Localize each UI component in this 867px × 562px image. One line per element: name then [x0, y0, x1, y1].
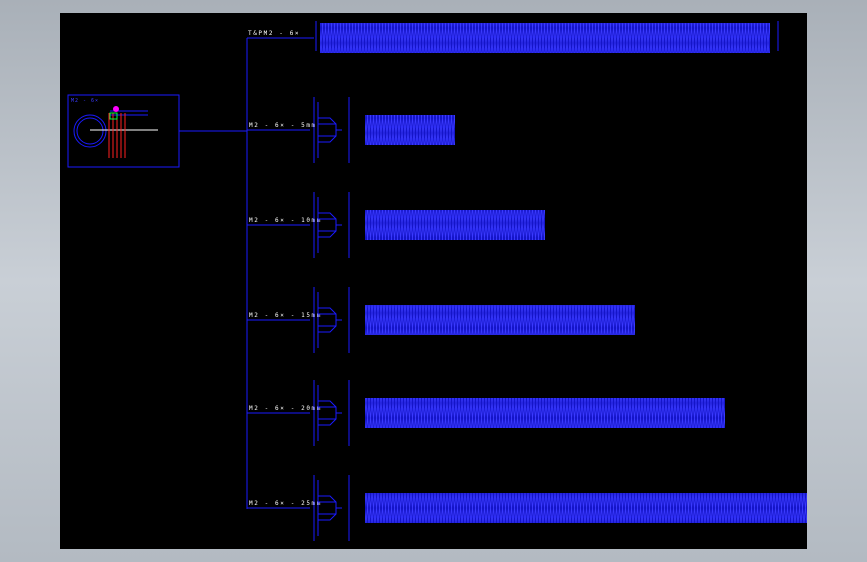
rod-row-25mm[interactable]: M2 - 6× - 25mm — [247, 475, 807, 541]
rod-label: M2 - 6× - 10mm — [249, 217, 322, 224]
cad-viewport[interactable]: M2 - 6× T&PM2 - 6× M2 - 6× - 5mm M2 - 6×… — [60, 13, 807, 549]
rod-end-view — [313, 192, 350, 258]
assembly-view[interactable]: M2 - 6× — [67, 94, 247, 168]
master-thread-body — [320, 23, 770, 53]
rod-end-view — [313, 475, 350, 541]
rod-label: M2 - 6× - 20mm — [249, 405, 322, 412]
rod-thread-body — [365, 305, 635, 335]
rod-row-10mm[interactable]: M2 - 6× - 10mm — [247, 192, 545, 258]
rod-label: M2 - 6× - 25mm — [249, 500, 322, 507]
cad-drawing: M2 - 6× T&PM2 - 6× M2 - 6× - 5mmM2 - 6× … — [67, 21, 807, 541]
rod-label: M2 - 6× - 5mm — [249, 122, 317, 129]
rod-thread-body — [365, 493, 807, 523]
rod-end-view — [313, 287, 350, 353]
rod-row-15mm[interactable]: M2 - 6× - 15mm — [247, 287, 635, 353]
rod-row-20mm[interactable]: M2 - 6× - 20mm — [247, 380, 725, 446]
rod-row-5mm[interactable]: M2 - 6× - 5mm — [247, 97, 455, 163]
rod-end-view — [313, 380, 350, 446]
ucs-origin-marker — [113, 106, 119, 112]
master-label: T&PM2 - 6× — [248, 30, 300, 37]
master-thread-row[interactable]: T&PM2 - 6× — [247, 21, 779, 53]
rod-thread-body — [365, 210, 545, 240]
assembly-view-label: M2 - 6× — [71, 98, 99, 104]
section-cut-lines — [108, 113, 126, 158]
thread-section-circle — [73, 114, 107, 148]
rod-thread-body — [365, 115, 455, 145]
rod-thread-body — [365, 398, 725, 428]
rod-label: M2 - 6× - 15mm — [249, 312, 322, 319]
rod-end-view — [313, 97, 350, 163]
